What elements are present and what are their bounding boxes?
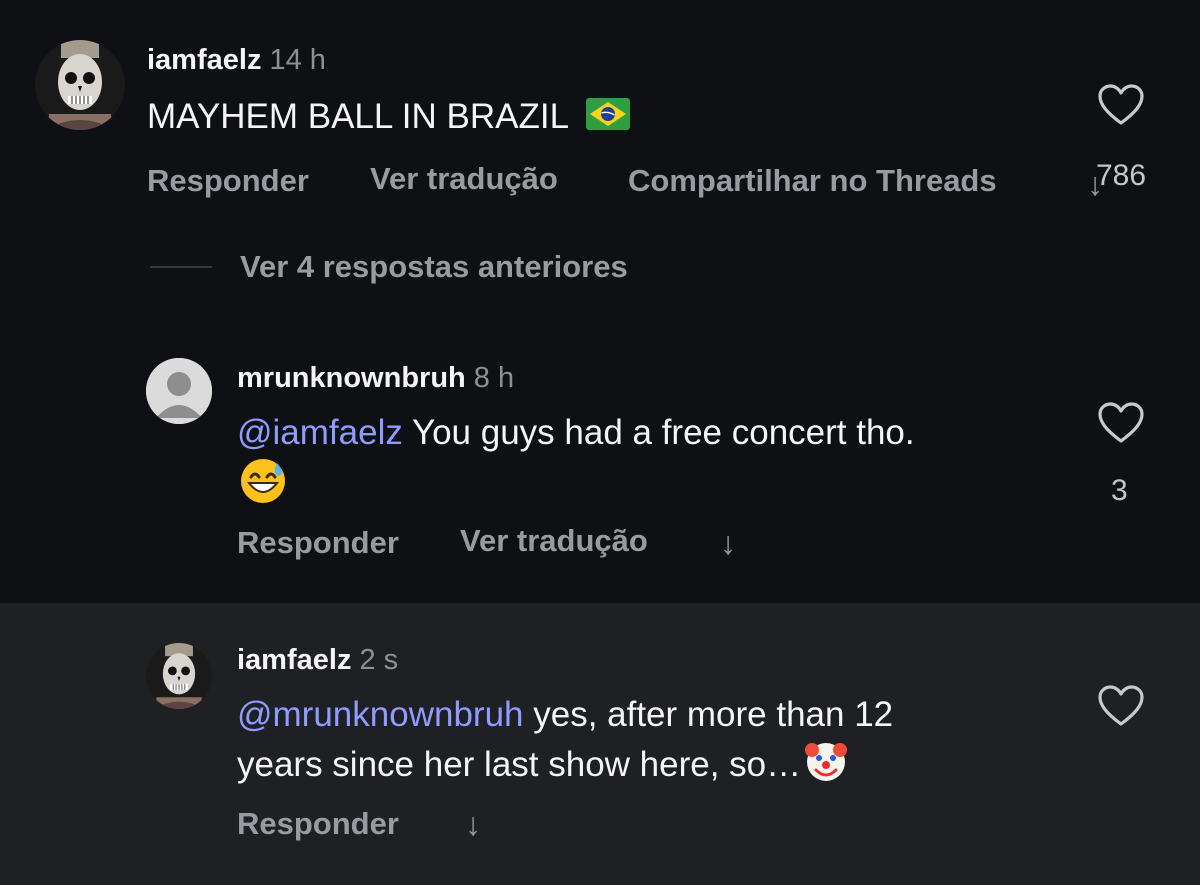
brazil-flag-emoji	[585, 96, 630, 142]
default-avatar-icon	[146, 358, 212, 424]
like-count: 3	[1111, 474, 1128, 507]
avatar[interactable]	[146, 643, 212, 709]
heart-icon	[1098, 84, 1144, 125]
comment-text: MAYHEM BALL IN BRAZIL	[147, 94, 630, 142]
sweat-smile-emoji	[239, 457, 287, 510]
reply-button[interactable]: Responder	[237, 806, 399, 842]
avatar-skull-icon	[146, 643, 212, 709]
like-button[interactable]	[1098, 402, 1144, 449]
like-button[interactable]	[1098, 84, 1144, 131]
view-previous-replies[interactable]: Ver 4 respostas anteriores	[240, 249, 628, 285]
username-text[interactable]: iamfaelz	[147, 44, 261, 76]
share-threads-button[interactable]: Compartilhar no Threads	[628, 163, 997, 199]
translate-button[interactable]: Ver tradução	[370, 161, 558, 197]
mention-link[interactable]: @mrunknownbruh	[237, 695, 524, 734]
heart-icon	[1098, 685, 1144, 726]
like-count: 786	[1096, 159, 1147, 192]
comment-time: 14 h	[269, 44, 326, 76]
mention-link[interactable]: @iamfaelz	[237, 413, 403, 452]
arrow-down-icon[interactable]: ↓	[1087, 166, 1103, 203]
username-text[interactable]: iamfaelz	[237, 644, 351, 676]
arrow-down-icon[interactable]: ↓	[720, 525, 736, 562]
avatar[interactable]	[35, 40, 125, 130]
avatar-skull-icon	[35, 40, 125, 130]
username-text[interactable]: mrunknownbruh	[237, 362, 466, 394]
replies-divider	[150, 266, 212, 268]
reply-button[interactable]: Responder	[147, 163, 309, 199]
avatar[interactable]	[146, 358, 212, 424]
comment-text: @iamfaelz You guys had a free concert th…	[237, 413, 915, 452]
comment-username[interactable]: iamfaelz 14 h	[147, 44, 326, 77]
reply-button[interactable]: Responder	[237, 525, 399, 561]
comment-username[interactable]: iamfaelz 2 s	[237, 644, 398, 677]
comment-text: @mrunknownbruh yes, after more than 12 y…	[237, 692, 1067, 796]
comment-username[interactable]: mrunknownbruh 8 h	[237, 362, 514, 395]
translate-button[interactable]: Ver tradução	[460, 523, 648, 559]
comment-time: 2 s	[359, 644, 399, 676]
like-button[interactable]	[1098, 685, 1144, 732]
arrow-down-icon[interactable]: ↓	[465, 806, 481, 843]
heart-icon	[1098, 402, 1144, 443]
comment-time: 8 h	[473, 362, 515, 394]
clown-emoji	[803, 738, 849, 796]
